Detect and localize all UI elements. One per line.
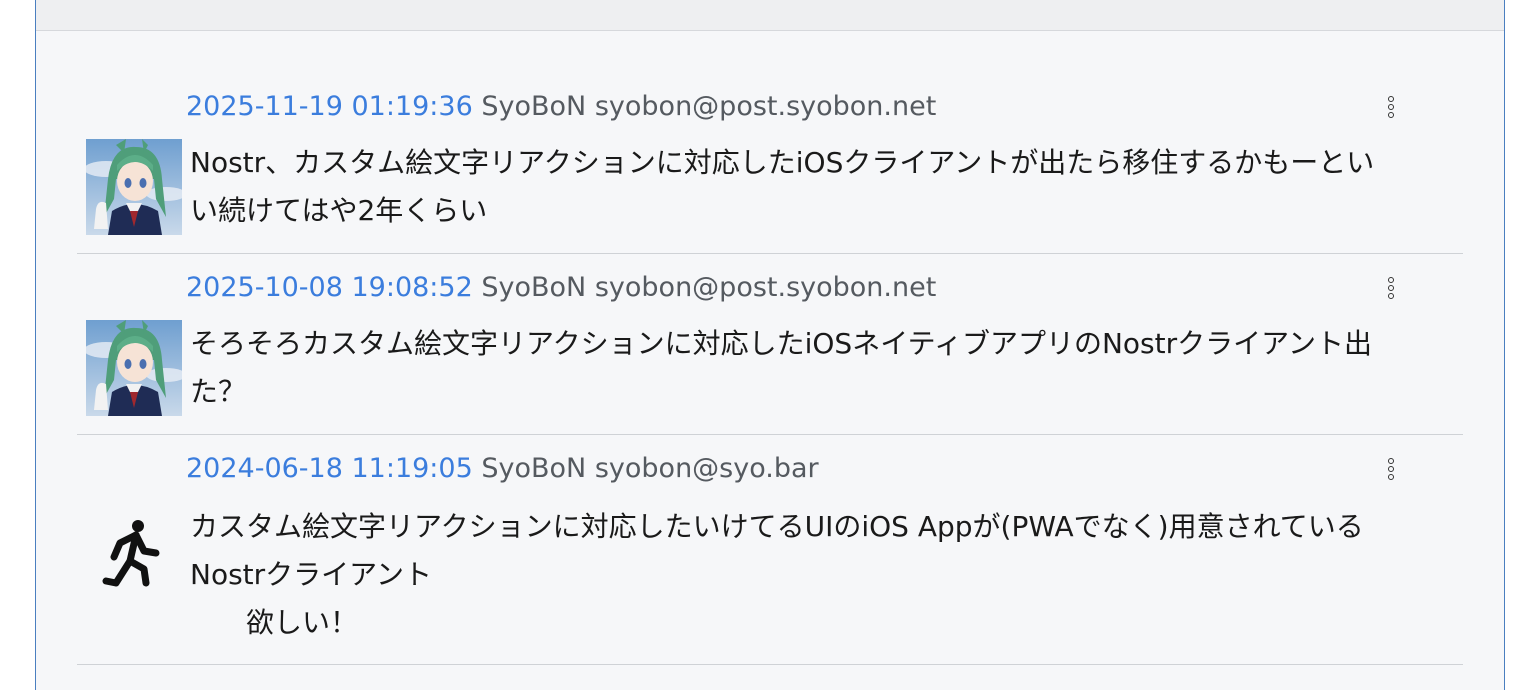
post-date-link[interactable]: 2025-10-08 19:08:52 xyxy=(186,272,473,303)
timeline-panel: 2025-11-19 01:19:36 SyoBoN syobon@post.s… xyxy=(35,0,1505,690)
author-handle[interactable]: syobon@post.syobon.net xyxy=(595,272,936,303)
author-handle[interactable]: syobon@post.syobon.net xyxy=(595,91,936,122)
avatar[interactable] xyxy=(86,139,182,235)
avatar[interactable] xyxy=(86,320,182,416)
post-meta: 2024-06-18 11:19:05 SyoBoN syobon@syo.ba… xyxy=(186,449,819,489)
post-date-link[interactable]: 2024-06-18 11:19:05 xyxy=(186,453,473,484)
post-content: Nostr、カスタム絵文字リアクションに対応したiOSクライアントが出たら移住す… xyxy=(190,146,1375,227)
more-options-icon[interactable] xyxy=(1383,456,1399,486)
running-person-icon[interactable] xyxy=(86,509,182,605)
post-meta: 2025-11-19 01:19:36 SyoBoN syobon@post.s… xyxy=(186,87,936,127)
more-options-icon[interactable] xyxy=(1383,94,1399,124)
post-item: 2025-10-08 19:08:52 SyoBoN syobon@post.s… xyxy=(77,256,1463,435)
more-options-icon[interactable] xyxy=(1383,275,1399,305)
post-meta: 2025-10-08 19:08:52 SyoBoN syobon@post.s… xyxy=(186,268,936,308)
post-item: 2024-06-18 11:19:05 SyoBoN syobon@syo.ba… xyxy=(77,437,1463,665)
author-name[interactable]: SyoBoN xyxy=(481,453,586,484)
panel-header xyxy=(36,0,1504,31)
post-content: カスタム絵文字リアクションに対応したいけてるUIのiOS Appが(PWAでなく… xyxy=(190,510,1364,639)
author-name[interactable]: SyoBoN xyxy=(481,91,586,122)
post-item: 2025-11-19 01:19:36 SyoBoN syobon@post.s… xyxy=(77,75,1463,254)
author-handle[interactable]: syobon@syo.bar xyxy=(595,453,819,484)
author-name[interactable]: SyoBoN xyxy=(481,272,586,303)
post-date-link[interactable]: 2025-11-19 01:19:36 xyxy=(186,91,473,122)
post-content: そろそろカスタム絵文字リアクションに対応したiOSネイティブアプリのNostrク… xyxy=(190,327,1372,408)
